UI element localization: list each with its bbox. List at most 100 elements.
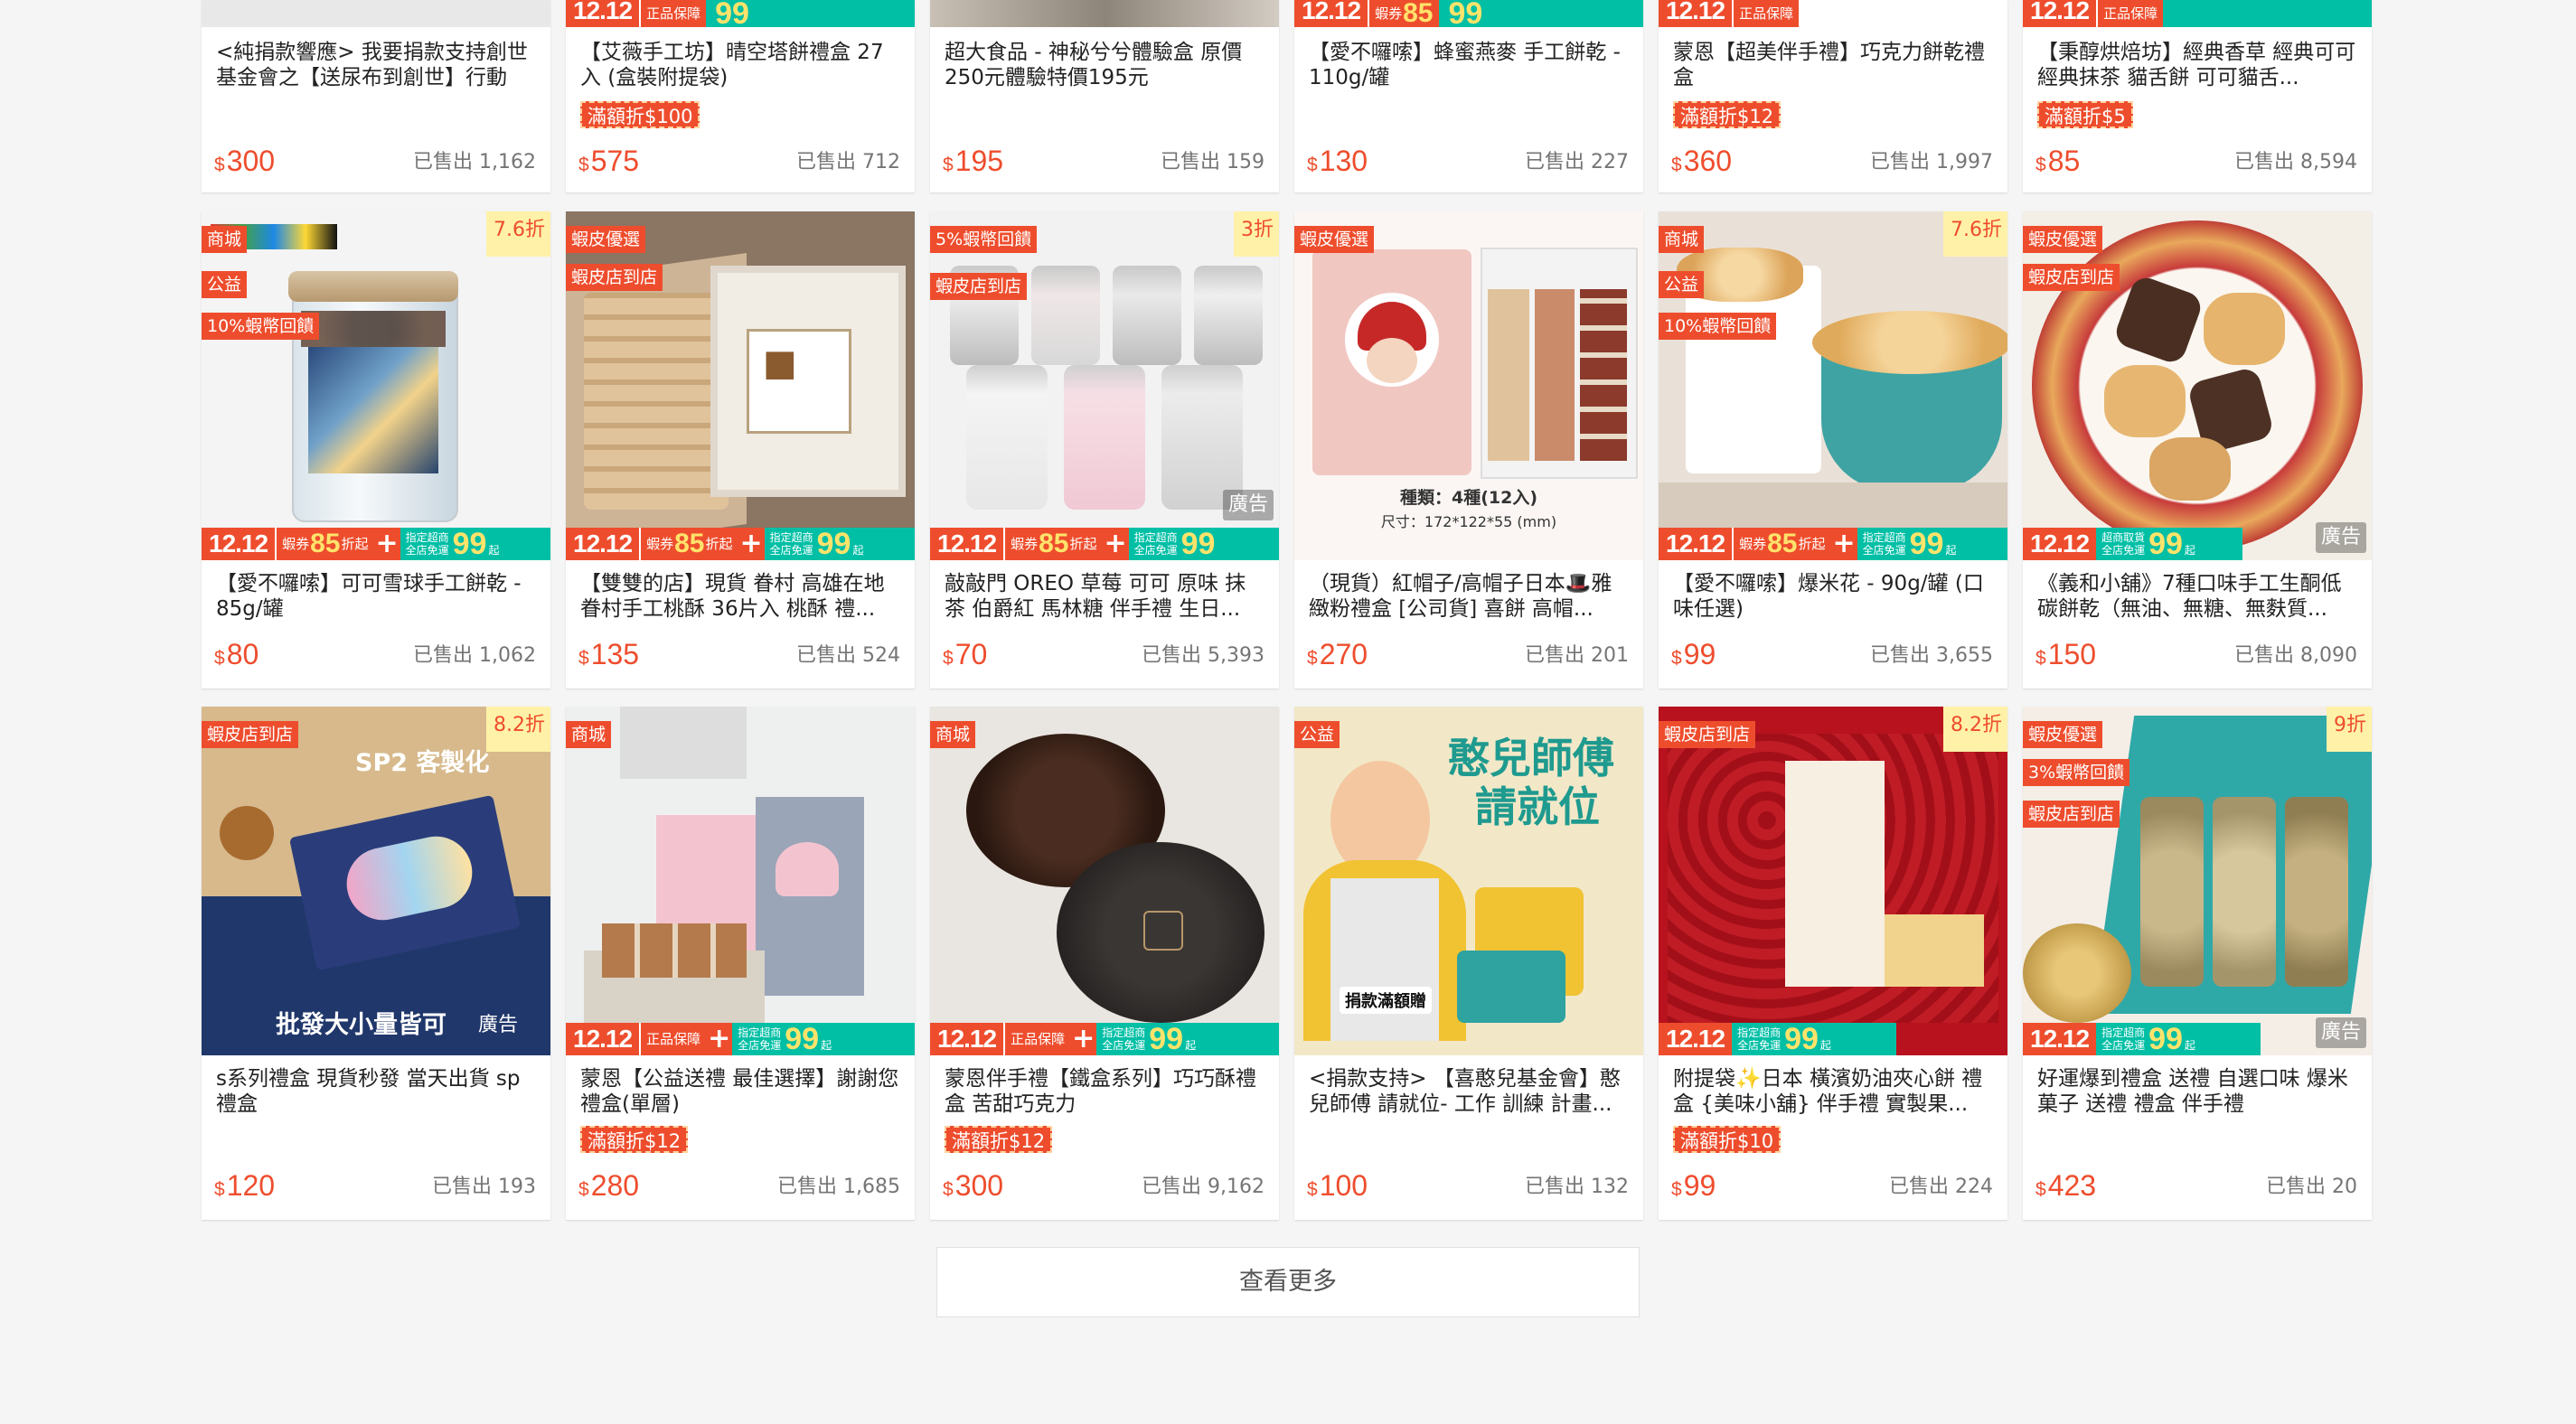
badge-store-pickup: 蝦皮店到店 [1659, 721, 1756, 748]
product-title: 【愛不囉嗦】爆米花 - 90g/罐 (口味任選) [1673, 572, 1984, 621]
product-title: 【艾薇手工坊】晴空塔餅禮盒 27入 (盒裝附提袋) [580, 41, 884, 89]
product-card[interactable]: SP2 客製化 批發大小量皆可 廣告 蝦皮店到店 8.2折 s系列禮盒 現貨秒發… [202, 707, 550, 1220]
sold-count: 已售出 1,997 [1870, 151, 1993, 173]
product-title: 【愛不囉嗦】可可雪球手工餅乾 - 85g/罐 [216, 572, 522, 621]
product-title: 【雙雙的店】現貨 眷村 高雄在地眷村手工桃酥 36片入 桃酥 禮... [580, 572, 885, 621]
product-price: $423 [2035, 1169, 2097, 1202]
product-price: $575 [578, 145, 640, 177]
product-card[interactable]: 蝦皮店到店 8.2折 12.12 指定超商 全店免運 99 起 附提袋✨日本 橫濱奶油… [1659, 707, 2007, 1220]
promo-banner: 12.12 正品保障 + 指定超商 全店免運 99 起 [566, 1023, 915, 1055]
sold-count: 已售出 1,685 [777, 1176, 900, 1198]
sold-count: 已售出 1,162 [413, 151, 536, 173]
product-card[interactable]: 超大食品 - 神秘兮兮體驗盒 原價250元體驗特價195元 $195 已售出 1… [930, 0, 1279, 192]
product-price: $280 [578, 1169, 640, 1202]
badge-mall: 商城 [566, 721, 612, 748]
sold-count: 已售出 8,090 [2234, 644, 2357, 667]
product-image: 商城 12.12 正品保障 + 指定超商 全店免運 99 起 [930, 707, 1279, 1055]
product-price: $100 [1307, 1169, 1368, 1202]
sold-count: 已售出 1,062 [413, 644, 536, 667]
product-image: ■ 蝦皮優選 蝦皮店到店 12.12 蝦券 85 折起 + 指定超商 全店免運 99 起 [566, 211, 915, 560]
sold-count: 已售出 132 [1525, 1176, 1629, 1198]
product-image: 5%蝦幣回饋 蝦皮店到店 3折 12.12 蝦券 85 折起 + 指定超商 全店免運 9… [930, 211, 1279, 560]
discount-badge: 9折 [2327, 707, 2372, 752]
badge-preferred: 蝦皮優選 [2023, 226, 2103, 253]
product-image: SP2 客製化 批發大小量皆可 廣告 蝦皮店到店 8.2折 [202, 707, 550, 1055]
discount-badge: 8.2折 [1943, 707, 2007, 752]
product-title: <捐款支持> 【喜憨兒基金會】憨兒師傅 請就位- 工作 訓練 計畫... [1309, 1067, 1621, 1116]
product-image: 商城 公益 10%蝦幣回饋 7.6折 12.12 蝦券 85 折起 + 指定超商 全店… [202, 211, 550, 560]
product-title: 蒙恩【超美伴手禮】巧克力餅乾禮盒 [1673, 41, 1985, 89]
promo-badge: 滿額折$12 [580, 1126, 689, 1153]
product-card[interactable]: 12.12 蝦券 85 99 【愛不囉嗦】蜂蜜燕麥 手工餅乾 - 110g/罐 $… [1294, 0, 1643, 192]
promo-badge: 滿額折$12 [945, 1126, 1053, 1153]
image-caption: 尺寸：172*122*55 (mm) [1380, 513, 1557, 530]
sold-count: 已售出 5,393 [1142, 644, 1264, 667]
badge-store-pickup: 蝦皮店到店 [202, 721, 299, 748]
image-caption: 請就位 [1475, 782, 1600, 831]
product-price: $300 [214, 145, 276, 177]
badge-store-pickup: 蝦皮店到店 [2023, 801, 2120, 828]
product-card[interactable]: 5%蝦幣回饋 蝦皮店到店 3折 12.12 蝦券 85 折起 + 指定超商 全店免運 9… [930, 211, 1279, 689]
sold-count: 已售出 9,162 [1142, 1176, 1264, 1198]
badge-charity: 公益 [1294, 721, 1340, 748]
image-caption: 種類：4種(12入) [1399, 488, 1538, 508]
product-price: $99 [1671, 638, 1716, 670]
product-price: $360 [1671, 145, 1733, 177]
product-price: $120 [214, 1169, 276, 1202]
product-title: 【愛不囉嗦】蜂蜜燕麥 手工餅乾 - 110g/罐 [1309, 41, 1621, 89]
product-price: $70 [943, 638, 988, 670]
product-card[interactable]: 蝦皮優選 蝦皮店到店 12.12 超商取貨 全店免運 99 起 廣告 《義和小舖》7種… [2023, 211, 2372, 689]
promo-badge: 滿額折$12 [1673, 101, 1782, 128]
badge-mall: 商城 [202, 226, 248, 253]
product-title: 敲敲門 OREO 草莓 可可 原味 抹茶 伯爵紅 馬林糖 伴手禮 生日... [945, 572, 1246, 621]
promo-badge: 滿額折$100 [580, 101, 700, 128]
discount-badge: 7.6折 [486, 211, 550, 257]
product-card[interactable]: 12.12 正品保障 【秉醇烘焙坊】經典香草 經典可可 經典抹茶 貓舌餅 可可貓… [2023, 0, 2372, 192]
badge-mall: 商城 [930, 721, 976, 748]
image-ad-caption: 廣告 [478, 1014, 519, 1036]
product-image: 商城 公益 10%蝦幣回饋 7.6折 12.12 蝦券 85 折起 + 指定超商 全店… [1659, 211, 2007, 560]
product-title: 附提袋✨日本 橫濱奶油夾心餅 禮盒 {美味小舖} 伴手禮 實製果... [1673, 1067, 1983, 1116]
product-card[interactable]: 商城 公益 10%蝦幣回饋 7.6折 12.12 蝦券 85 折起 + 指定超商 全店… [1659, 211, 2007, 689]
product-card[interactable]: 憨兒師傅 請就位 捐款滿額贈 公益 <捐款支持> 【喜憨兒基金會】憨兒師傅 請就… [1294, 707, 1643, 1220]
product-card[interactable]: 12.12 正品保障 99 【艾薇手工坊】晴空塔餅禮盒 27入 (盒裝附提袋) … [566, 0, 915, 192]
image-caption: SP2 客製化 [355, 749, 490, 777]
product-card[interactable]: 商城 公益 10%蝦幣回饋 7.6折 12.12 蝦券 85 折起 + 指定超商 全店… [202, 211, 550, 689]
discount-badge: 7.6折 [1943, 211, 2007, 257]
sold-count: 已售出 3,655 [1870, 644, 1993, 667]
badge-coin-cashback: 3%蝦幣回饋 [2023, 759, 2130, 786]
sold-count: 已售出 201 [1525, 644, 1629, 667]
badge-store-pickup: 蝦皮店到店 [2023, 264, 2120, 291]
product-image: 12.12 正品保障 99 [566, 0, 915, 29]
product-card[interactable]: 蝦皮優選 3%蝦幣回饋 蝦皮店到店 9折 12.12 指定超商 全店免運 99 起 廣… [2023, 707, 2372, 1220]
product-image: 蝦皮優選 蝦皮店到店 12.12 超商取貨 全店免運 99 起 廣告 [2023, 211, 2372, 560]
promo-badge: 滿額折$10 [1673, 1126, 1782, 1153]
product-image: 12.12 正品保障 [1659, 0, 2007, 27]
product-price: $99 [1671, 1169, 1716, 1202]
product-title: s系列禮盒 現貨秒發 當天出貨 sp禮盒 [216, 1067, 521, 1116]
badge-preferred: 蝦皮優選 [2023, 721, 2103, 748]
product-price: $270 [1307, 638, 1368, 670]
badge-mall: 商城 [1659, 226, 1705, 253]
product-card[interactable]: 商城 12.12 正品保障 + 指定超商 全店免運 99 起 蒙恩伴手禮【鐵盒系列】巧… [930, 707, 1279, 1220]
product-card[interactable]: 商城 12.12 正品保障 + 指定超商 全店免運 99 起 蒙恩【公益送禮 最佳選擇… [566, 707, 915, 1220]
sold-count: 已售出 8,594 [2234, 151, 2357, 173]
badge-coin-cashback: 5%蝦幣回饋 [930, 226, 1038, 253]
ad-label: 廣告 [1222, 490, 1274, 520]
badge-coin-cashback: 10%蝦幣回饋 [1659, 313, 1777, 340]
product-image: 蝦皮店到店 8.2折 12.12 指定超商 全店免運 99 起 [1659, 707, 2007, 1055]
product-card[interactable]: 12.12 正品保障 蒙恩【超美伴手禮】巧克力餅乾禮盒 滿額折$12 $360 … [1659, 0, 2007, 192]
product-image: 憨兒師傅 請就位 捐款滿額贈 公益 [1294, 707, 1643, 1055]
product-title: 蒙恩【公益送禮 最佳選擇】謝謝您禮盒(單層) [580, 1067, 899, 1116]
product-card[interactable]: <純捐款響應> 我要捐款支持創世基金會之【送尿布到創世】行動 $300 已售出 … [202, 0, 550, 192]
product-price: $85 [2035, 145, 2081, 177]
product-card[interactable]: 種類：4種(12入) 尺寸：172*122*55 (mm) 蝦皮優選 （現貨）紅… [1294, 211, 1643, 689]
badge-preferred: 蝦皮優選 [566, 226, 646, 253]
product-price: $130 [1307, 145, 1368, 177]
badge-charity: 公益 [1659, 271, 1705, 298]
see-more-button[interactable]: 查看更多 [936, 1247, 1640, 1317]
product-card[interactable]: ■ 蝦皮優選 蝦皮店到店 12.12 蝦券 85 折起 + 指定超商 全店免運 99 起 … [566, 211, 915, 689]
product-image [930, 0, 1279, 27]
product-image: 12.12 正品保障 [2023, 0, 2372, 27]
product-title: 【秉醇烘焙坊】經典香草 經典可可 經典抹茶 貓舌餅 可可貓舌... [2037, 41, 2356, 89]
